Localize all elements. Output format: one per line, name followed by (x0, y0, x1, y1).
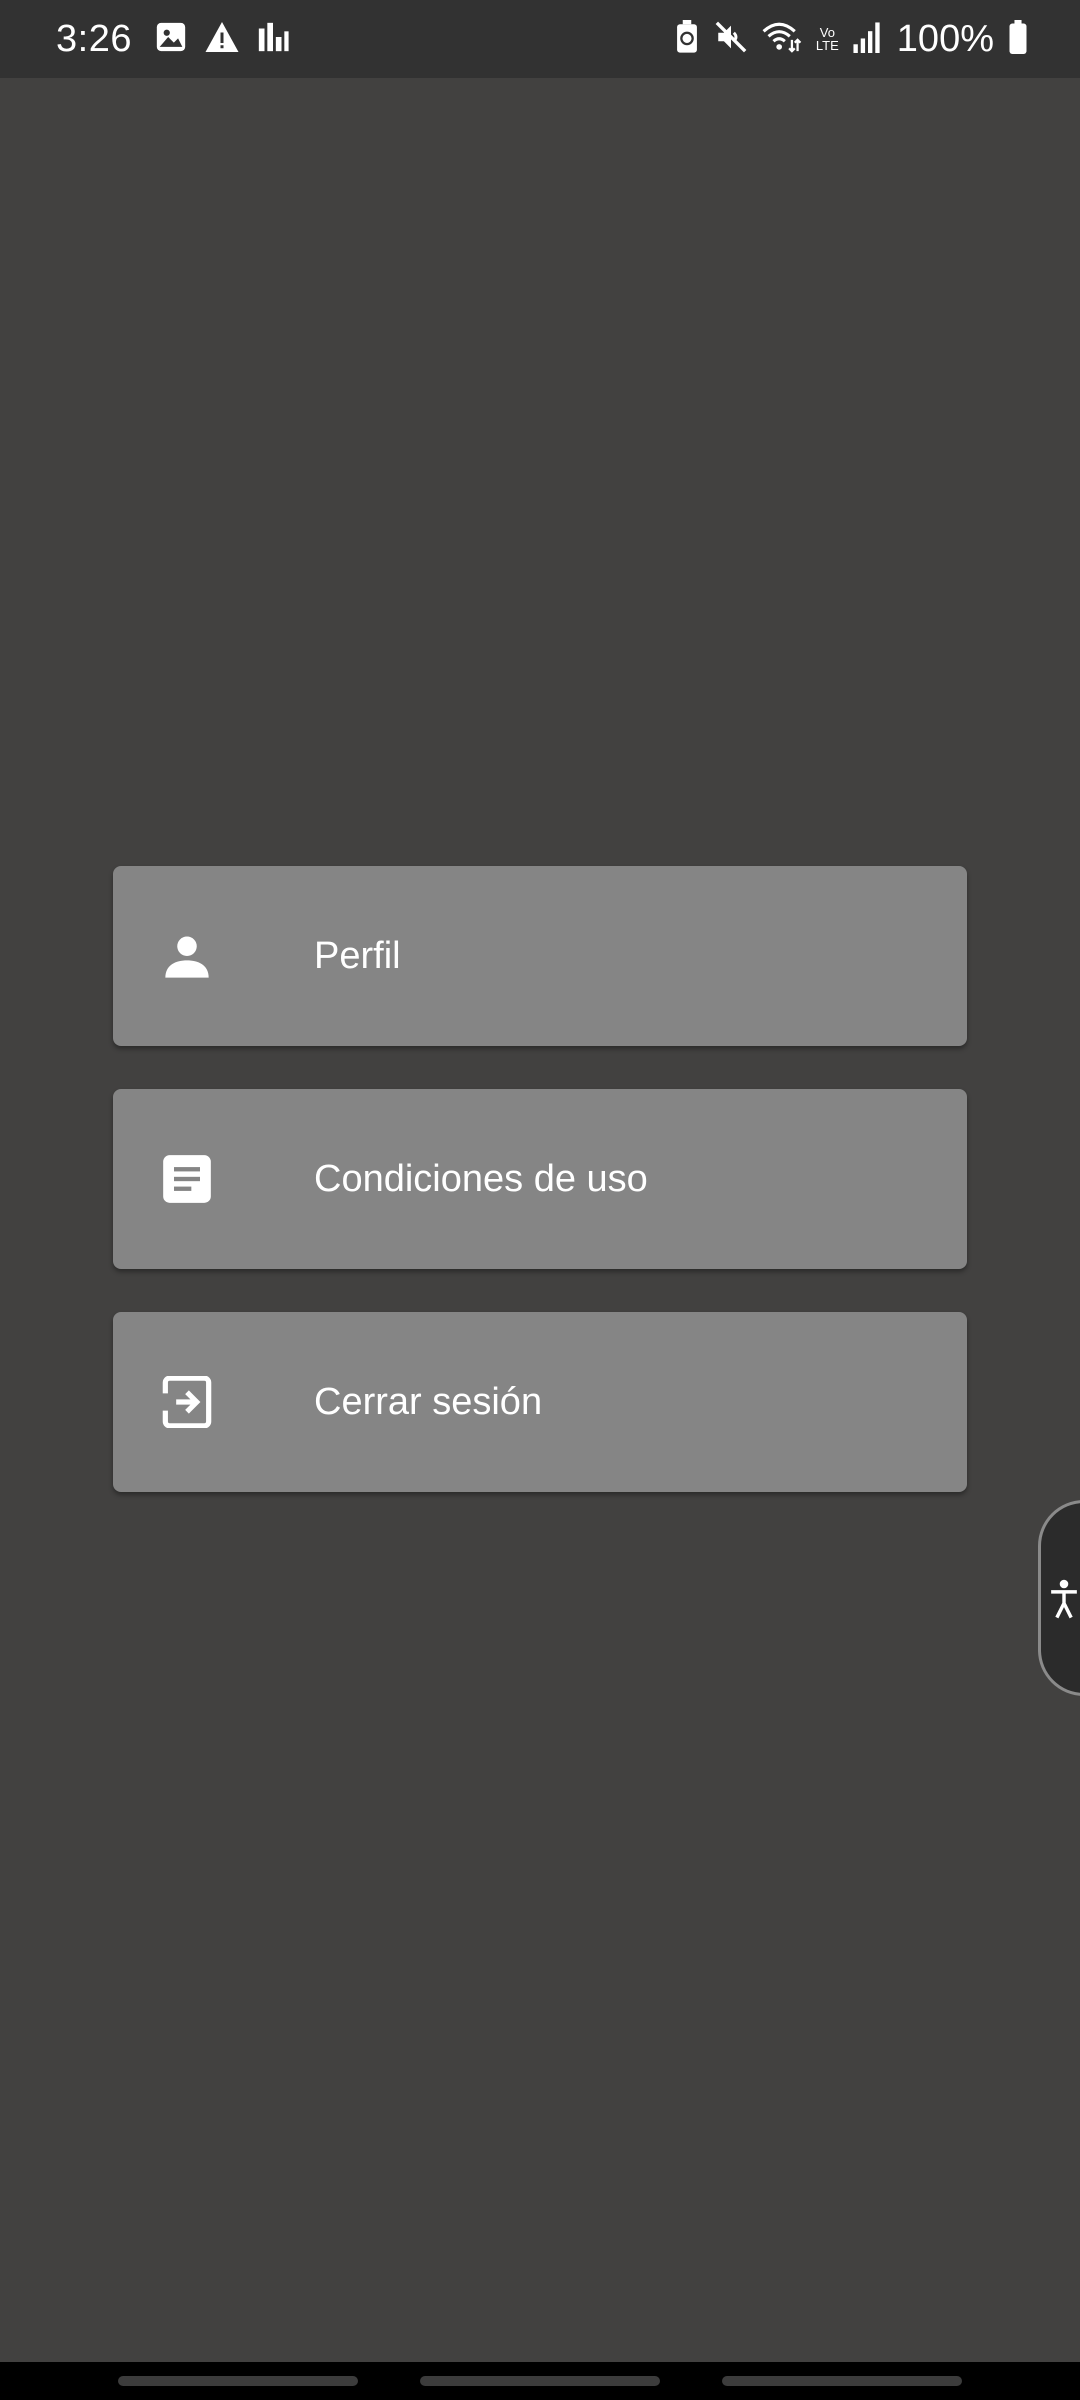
person-icon (161, 930, 213, 982)
volte-icon: Vo LTE (816, 26, 839, 52)
status-right: Vo LTE 100% (674, 0, 1028, 78)
battery-saver-icon (674, 19, 700, 59)
warning-icon (204, 20, 240, 59)
navigation-bar (0, 2362, 1080, 2400)
wifi-icon (762, 20, 802, 59)
bar-chart-icon (256, 20, 290, 59)
document-icon (161, 1153, 213, 1205)
menu-list: Perfil Condiciones de uso Cerrar sesión (113, 866, 967, 1535)
nav-home-handle[interactable] (420, 2376, 660, 2386)
nav-back-handle[interactable] (118, 2376, 358, 2386)
profile-button[interactable]: Perfil (113, 866, 967, 1046)
terms-of-use-button[interactable]: Condiciones de uso (113, 1089, 967, 1269)
terms-of-use-label: Condiciones de uso (314, 1158, 648, 1200)
status-time: 3:26 (56, 17, 132, 60)
screen: 3:26 Vo LTE 100% Perfil Condiciones de u… (0, 0, 1080, 2400)
mute-icon (714, 20, 748, 59)
signal-icon (853, 21, 883, 58)
gallery-icon (154, 20, 188, 59)
accessibility-tab[interactable] (1038, 1500, 1080, 1696)
status-bar: 3:26 Vo LTE 100% (0, 0, 1080, 78)
logout-label: Cerrar sesión (314, 1381, 543, 1423)
nav-recents-handle[interactable] (722, 2376, 962, 2386)
status-left: 3:26 (56, 0, 290, 78)
battery-icon (1008, 19, 1028, 59)
volte-bottom-text: LTE (815, 38, 839, 53)
logout-icon (161, 1375, 213, 1429)
profile-label: Perfil (314, 935, 401, 977)
battery-percentage: 100% (896, 17, 994, 60)
logout-button[interactable]: Cerrar sesión (113, 1312, 967, 1492)
